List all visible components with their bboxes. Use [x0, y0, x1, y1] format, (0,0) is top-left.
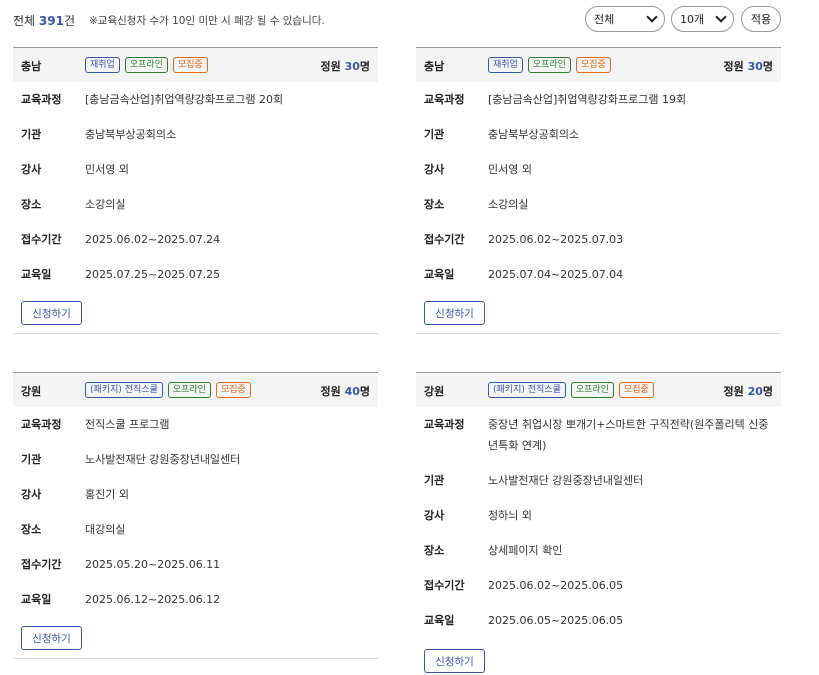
type-badge: (패키지) 전직스쿨: [85, 382, 163, 398]
instructor-row: 강사 홍진기 외: [21, 488, 129, 501]
edu-date-row: 교육일 2025.07.04~2025.07.04: [424, 268, 624, 281]
apply-period-row: 접수기간 2025.06.02~2025.07.03: [424, 233, 624, 246]
chevron-down-icon: [646, 11, 658, 23]
cancel-notice: ※교육신청자 수가 10인 미만 시 폐강 될 수 있습니다.: [89, 15, 325, 27]
list-toolbar: 전체 391건 ※교육신청자 수가 10인 미만 시 폐강 될 수 있습니다. …: [13, 6, 783, 34]
apply-button[interactable]: 신청하기: [424, 301, 485, 325]
total-count: 전체 391건: [13, 14, 76, 28]
category-select[interactable]: 전체: [585, 6, 665, 32]
card-divider: [13, 333, 378, 334]
instructor-row: 강사 민서영 외: [21, 163, 129, 176]
status-badge: 모집중: [172, 57, 208, 73]
region-label: 충남: [424, 60, 445, 73]
instructor-row: 강사 민서영 외: [424, 163, 532, 176]
course-title: [충남금속산업]취업역량강화프로그램 20회: [85, 93, 284, 106]
mode-badge: 오프라인: [167, 382, 211, 398]
org-row: 기관 충남북부상공회의소: [21, 128, 177, 141]
chevron-down-icon: [715, 11, 727, 23]
card-divider: [13, 658, 378, 659]
card-header: 강원 (패키지) 전직스쿨 오프라인 모집중 정원 20명: [416, 373, 781, 407]
course-title: 중장년 취업시장 뽀개기+스마트한 구직전략(원주폴리텍 신중년특화 연계): [488, 418, 769, 452]
course-card: 충남 재취업 오프라인 모집중 정원 30명 교육과정 [충남금속산업]취업역량강…: [13, 47, 378, 334]
region-label: 충남: [21, 60, 42, 73]
apply-period-row: 접수기간 2025.05.20~2025.06.11: [21, 558, 221, 571]
apply-filter-button[interactable]: 적용: [741, 6, 781, 32]
course-card: 충남 재취업 오프라인 모집중 정원 30명 교육과정 [충남금속산업]취업역량강…: [416, 47, 781, 334]
place-row: 장소 대강의실: [21, 523, 126, 536]
place-row: 장소 상세페이지 확인: [424, 544, 563, 557]
edu-date-row: 교육일 2025.06.12~2025.06.12: [21, 593, 221, 606]
apply-period-row: 접수기간 2025.06.02~2025.06.05: [424, 579, 624, 592]
apply-button[interactable]: 신청하기: [21, 301, 82, 325]
place-row: 장소 소강의실: [21, 198, 126, 211]
type-badge: (패키지) 전직스쿨: [488, 382, 566, 398]
mode-badge: 오프라인: [124, 57, 168, 73]
edu-date-row: 교육일 2025.07.25~2025.07.25: [21, 268, 221, 281]
card-header: 충남 재취업 오프라인 모집중 정원 30명: [13, 48, 378, 82]
mode-badge: 오프라인: [570, 382, 614, 398]
course-row: 교육과정 [충남금속산업]취업역량강화프로그램 19회: [416, 89, 781, 110]
apply-button[interactable]: 신청하기: [21, 626, 82, 650]
capacity: 정원 40명: [320, 385, 370, 398]
place-row: 장소 소강의실: [424, 198, 529, 211]
page-size-select[interactable]: 10개: [671, 6, 734, 32]
card-header: 충남 재취업 오프라인 모집중 정원 30명: [416, 48, 781, 82]
course-title: [충남금속산업]취업역량강화프로그램 19회: [488, 93, 687, 106]
edu-date-row: 교육일 2025.06.05~2025.06.05: [424, 614, 624, 627]
course-title: 전직스쿨 프로그램: [85, 418, 170, 431]
card-header: 강원 (패키지) 전직스쿨 오프라인 모집중 정원 40명: [13, 373, 378, 407]
capacity: 정원 20명: [723, 385, 773, 398]
course-card: 강원 (패키지) 전직스쿨 오프라인 모집중 정원 20명 교육과정 중장년 취업…: [416, 372, 781, 673]
status-badge: 모집중: [575, 57, 611, 73]
course-row: 교육과정 전직스쿨 프로그램: [13, 414, 378, 435]
capacity: 정원 30명: [723, 60, 773, 73]
status-badge: 모집중: [618, 382, 654, 398]
mode-badge: 오프라인: [527, 57, 571, 73]
card-divider: [416, 333, 781, 334]
course-row: 교육과정 중장년 취업시장 뽀개기+스마트한 구직전략(원주폴리텍 신중년특화 연…: [416, 414, 781, 456]
capacity: 정원 30명: [320, 60, 370, 73]
course-row: 교육과정 [충남금속산업]취업역량강화프로그램 20회: [13, 89, 378, 110]
apply-button[interactable]: 신청하기: [424, 649, 485, 673]
type-badge: 재취업: [85, 57, 120, 73]
status-badge: 모집중: [215, 382, 251, 398]
org-row: 기관 노사발전재단 강원중장년내일센터: [424, 474, 644, 487]
org-row: 기관 노사발전재단 강원중장년내일센터: [21, 453, 241, 466]
instructor-row: 강사 정하늬 외: [424, 509, 532, 522]
org-row: 기관 충남북부상공회의소: [424, 128, 580, 141]
course-card: 강원 (패키지) 전직스쿨 오프라인 모집중 정원 40명 교육과정 전직스쿨 프…: [13, 372, 378, 659]
total-count-number: 391: [38, 14, 64, 28]
region-label: 강원: [21, 385, 42, 398]
apply-period-row: 접수기간 2025.06.02~2025.07.24: [21, 233, 221, 246]
region-label: 강원: [424, 385, 445, 398]
type-badge: 재취업: [488, 57, 523, 73]
